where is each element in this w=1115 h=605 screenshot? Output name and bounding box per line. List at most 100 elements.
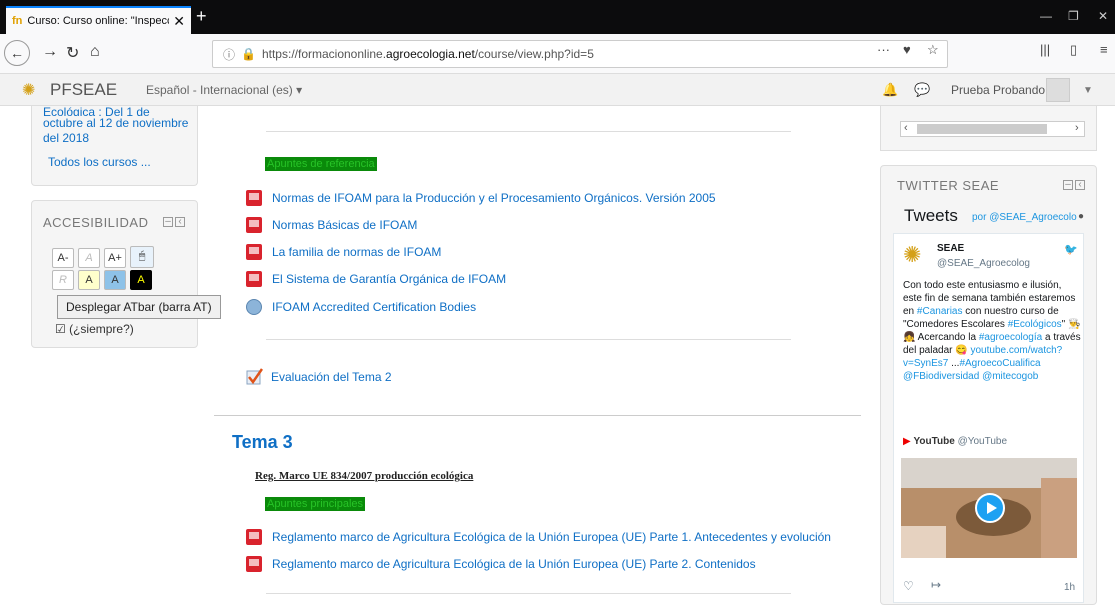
user-name[interactable]: Prueba Probando (951, 83, 1045, 97)
url-path: /course/view.php?id=5 (474, 47, 594, 61)
resource-link[interactable]: Normas Básicas de IFOAM (246, 217, 417, 233)
hashtag-link[interactable]: #agroecología (979, 332, 1042, 343)
url-prefix: https://formaciononline. (261, 47, 387, 61)
decrease-font-button[interactable]: A- (52, 248, 74, 268)
scroll-thumb[interactable] (917, 124, 1047, 134)
increase-font-button[interactable]: A+ (104, 248, 126, 268)
twitter-info-icon[interactable]: ● (1078, 211, 1084, 222)
web-link-icon (246, 299, 262, 315)
colour-yellow-button[interactable]: A (78, 270, 100, 290)
share-icon[interactable]: ↦ (931, 578, 941, 592)
resource-link[interactable]: La familia de normas de IFOAM (246, 244, 441, 260)
pdf-icon (246, 244, 262, 260)
twitter-block-title: TWITTER SEAE (897, 178, 1000, 193)
course-link-tail[interactable]: Ecológica : Del 1 de (43, 106, 150, 116)
back-icon[interactable]: ← (4, 40, 30, 66)
resource-link[interactable]: Normas de IFOAM para la Producción y el … (246, 190, 716, 206)
resource-label: IFOAM Accredited Certification Bodies (272, 300, 477, 314)
avatar[interactable] (1046, 78, 1070, 102)
info-icon[interactable]: ⓘ (223, 46, 235, 63)
atbar-launch-icon[interactable]: 🖱 (130, 246, 154, 268)
pdf-icon (246, 529, 262, 545)
pdf-icon (246, 271, 262, 287)
resource-label: Reglamento marco de Agricultura Ecológic… (272, 557, 756, 571)
sidebar-icon[interactable]: ▯ (1070, 42, 1077, 58)
messages-icon[interactable]: 💬 (914, 82, 930, 98)
resource-label: Normas de IFOAM para la Producción y el … (272, 191, 716, 205)
quiz-check-icon (245, 368, 264, 386)
scroll-left-icon[interactable]: ‹ (904, 122, 908, 134)
site-name[interactable]: PFSEAE (50, 80, 117, 100)
my-courses-block: Ecológica : Del 1 de octubre al 12 de no… (31, 106, 198, 186)
close-window-icon[interactable]: ✕ (1098, 9, 1108, 23)
apuntes-referencia-label: Apuntes de referencia (265, 157, 377, 171)
forward-icon[interactable]: → (42, 43, 58, 61)
sun-logo-icon[interactable]: ✺ (22, 80, 35, 100)
colour-blue-button[interactable]: A (104, 270, 126, 290)
like-icon[interactable]: ♡ (903, 579, 914, 593)
quiz-link[interactable]: Evaluación del Tema 2 (245, 368, 392, 386)
menu-icon[interactable]: ≡ (1100, 42, 1108, 57)
tweet-time[interactable]: 1h (1064, 582, 1075, 593)
youtube-card-header[interactable]: ▶ YouTube @YouTube (903, 436, 1007, 447)
tweets-heading[interactable]: Tweets (904, 206, 958, 226)
block-dock-icon[interactable]: – (1063, 180, 1073, 190)
reset-font-button[interactable]: A (78, 248, 100, 268)
resource-link[interactable]: El Sistema de Garantía Orgánica de IFOAM (246, 271, 506, 287)
browser-tab-bar: fn Curso: Curso online: "Inspeccio ✕ + —… (0, 0, 1115, 34)
quiz-label: Evaluación del Tema 2 (271, 370, 392, 384)
atbar-tooltip: Desplegar ATbar (barra AT) (57, 295, 221, 319)
page-actions-icon[interactable]: ··· (877, 42, 890, 57)
reset-colour-button[interactable]: R (52, 270, 74, 290)
divider (266, 131, 791, 132)
seae-avatar-icon[interactable]: ✺ (903, 242, 929, 268)
course-link-line2[interactable]: octubre al 12 de noviembre (43, 116, 188, 130)
tweets-by[interactable]: por @SEAE_Agroecolo (972, 212, 1077, 223)
divider (266, 339, 791, 340)
close-tab-icon[interactable]: ✕ (173, 13, 185, 30)
resource-label: Reglamento marco de Agricultura Ecológic… (272, 530, 831, 544)
section-divider (214, 415, 861, 416)
scroll-right-icon[interactable]: › (1075, 122, 1079, 134)
youtube-icon: ▶ (903, 436, 911, 447)
video-thumbnail[interactable] (901, 458, 1077, 558)
hashtag-link[interactable]: #Ecológicos (1008, 319, 1062, 330)
hashtag-link[interactable]: #Canarias (917, 306, 963, 317)
block-collapse-icon[interactable]: ‹ (175, 217, 185, 227)
user-menu-chevron-icon[interactable]: ▼ (1083, 85, 1093, 96)
url-bar[interactable]: ⓘ 🔒 https://formaciononline. agroecologia… (212, 40, 948, 68)
browser-nav-bar: ← → ↻ ⌂ ⓘ 🔒 https://formaciononline. agro… (0, 34, 1115, 74)
notifications-icon[interactable]: 🔔 (882, 82, 898, 98)
restore-icon[interactable]: ❐ (1068, 9, 1079, 23)
reload-icon[interactable]: ↻ (66, 43, 79, 63)
always-checkbox[interactable]: ☑ (¿siempre?) (55, 322, 134, 336)
colour-black-button[interactable]: A (130, 270, 152, 290)
all-courses-link[interactable]: Todos los cursos ... (48, 155, 151, 169)
resource-link[interactable]: Reglamento marco de Agricultura Ecológic… (246, 529, 831, 545)
play-icon[interactable] (975, 493, 1005, 523)
pocket-icon[interactable]: ♥ (903, 42, 911, 57)
apuntes-principales-label: Apuntes principales (265, 497, 366, 511)
pdf-icon (246, 556, 262, 572)
tweet-text: Con todo este entusiasmo e ilusión, este… (903, 280, 1081, 382)
url-resource-link[interactable]: IFOAM Accredited Certification Bodies (246, 299, 476, 315)
resource-label: El Sistema de Garantía Orgánica de IFOAM (272, 272, 507, 286)
course-link-line3[interactable]: del 2018 (43, 131, 89, 145)
site-header: ✺ PFSEAE Español - Internacional (es) ▾ … (0, 74, 1115, 106)
minimize-icon[interactable]: — (1040, 9, 1052, 23)
new-tab-icon[interactable]: + (196, 6, 207, 27)
tweet-author[interactable]: SEAE (937, 243, 964, 254)
browser-tab[interactable]: fn Curso: Curso online: "Inspeccio ✕ (6, 6, 191, 34)
twitter-bird-icon[interactable]: 🐦 (1064, 243, 1078, 256)
language-menu[interactable]: Español - Internacional (es) ▾ (146, 83, 302, 97)
tweet-handle[interactable]: @SEAE_Agroecolog (937, 258, 1030, 269)
library-icon[interactable]: ||| (1040, 42, 1050, 57)
home-icon[interactable]: ⌂ (90, 43, 100, 61)
section-title[interactable]: Tema 3 (232, 432, 293, 453)
bookmark-star-icon[interactable]: ☆ (927, 42, 939, 58)
resource-link[interactable]: Reglamento marco de Agricultura Ecológic… (246, 556, 756, 572)
divider (266, 593, 791, 594)
block-dock-icon[interactable]: – (163, 217, 173, 227)
horizontal-scrollbar[interactable]: ‹ › (900, 121, 1085, 137)
block-collapse-icon[interactable]: ‹ (1075, 180, 1085, 190)
